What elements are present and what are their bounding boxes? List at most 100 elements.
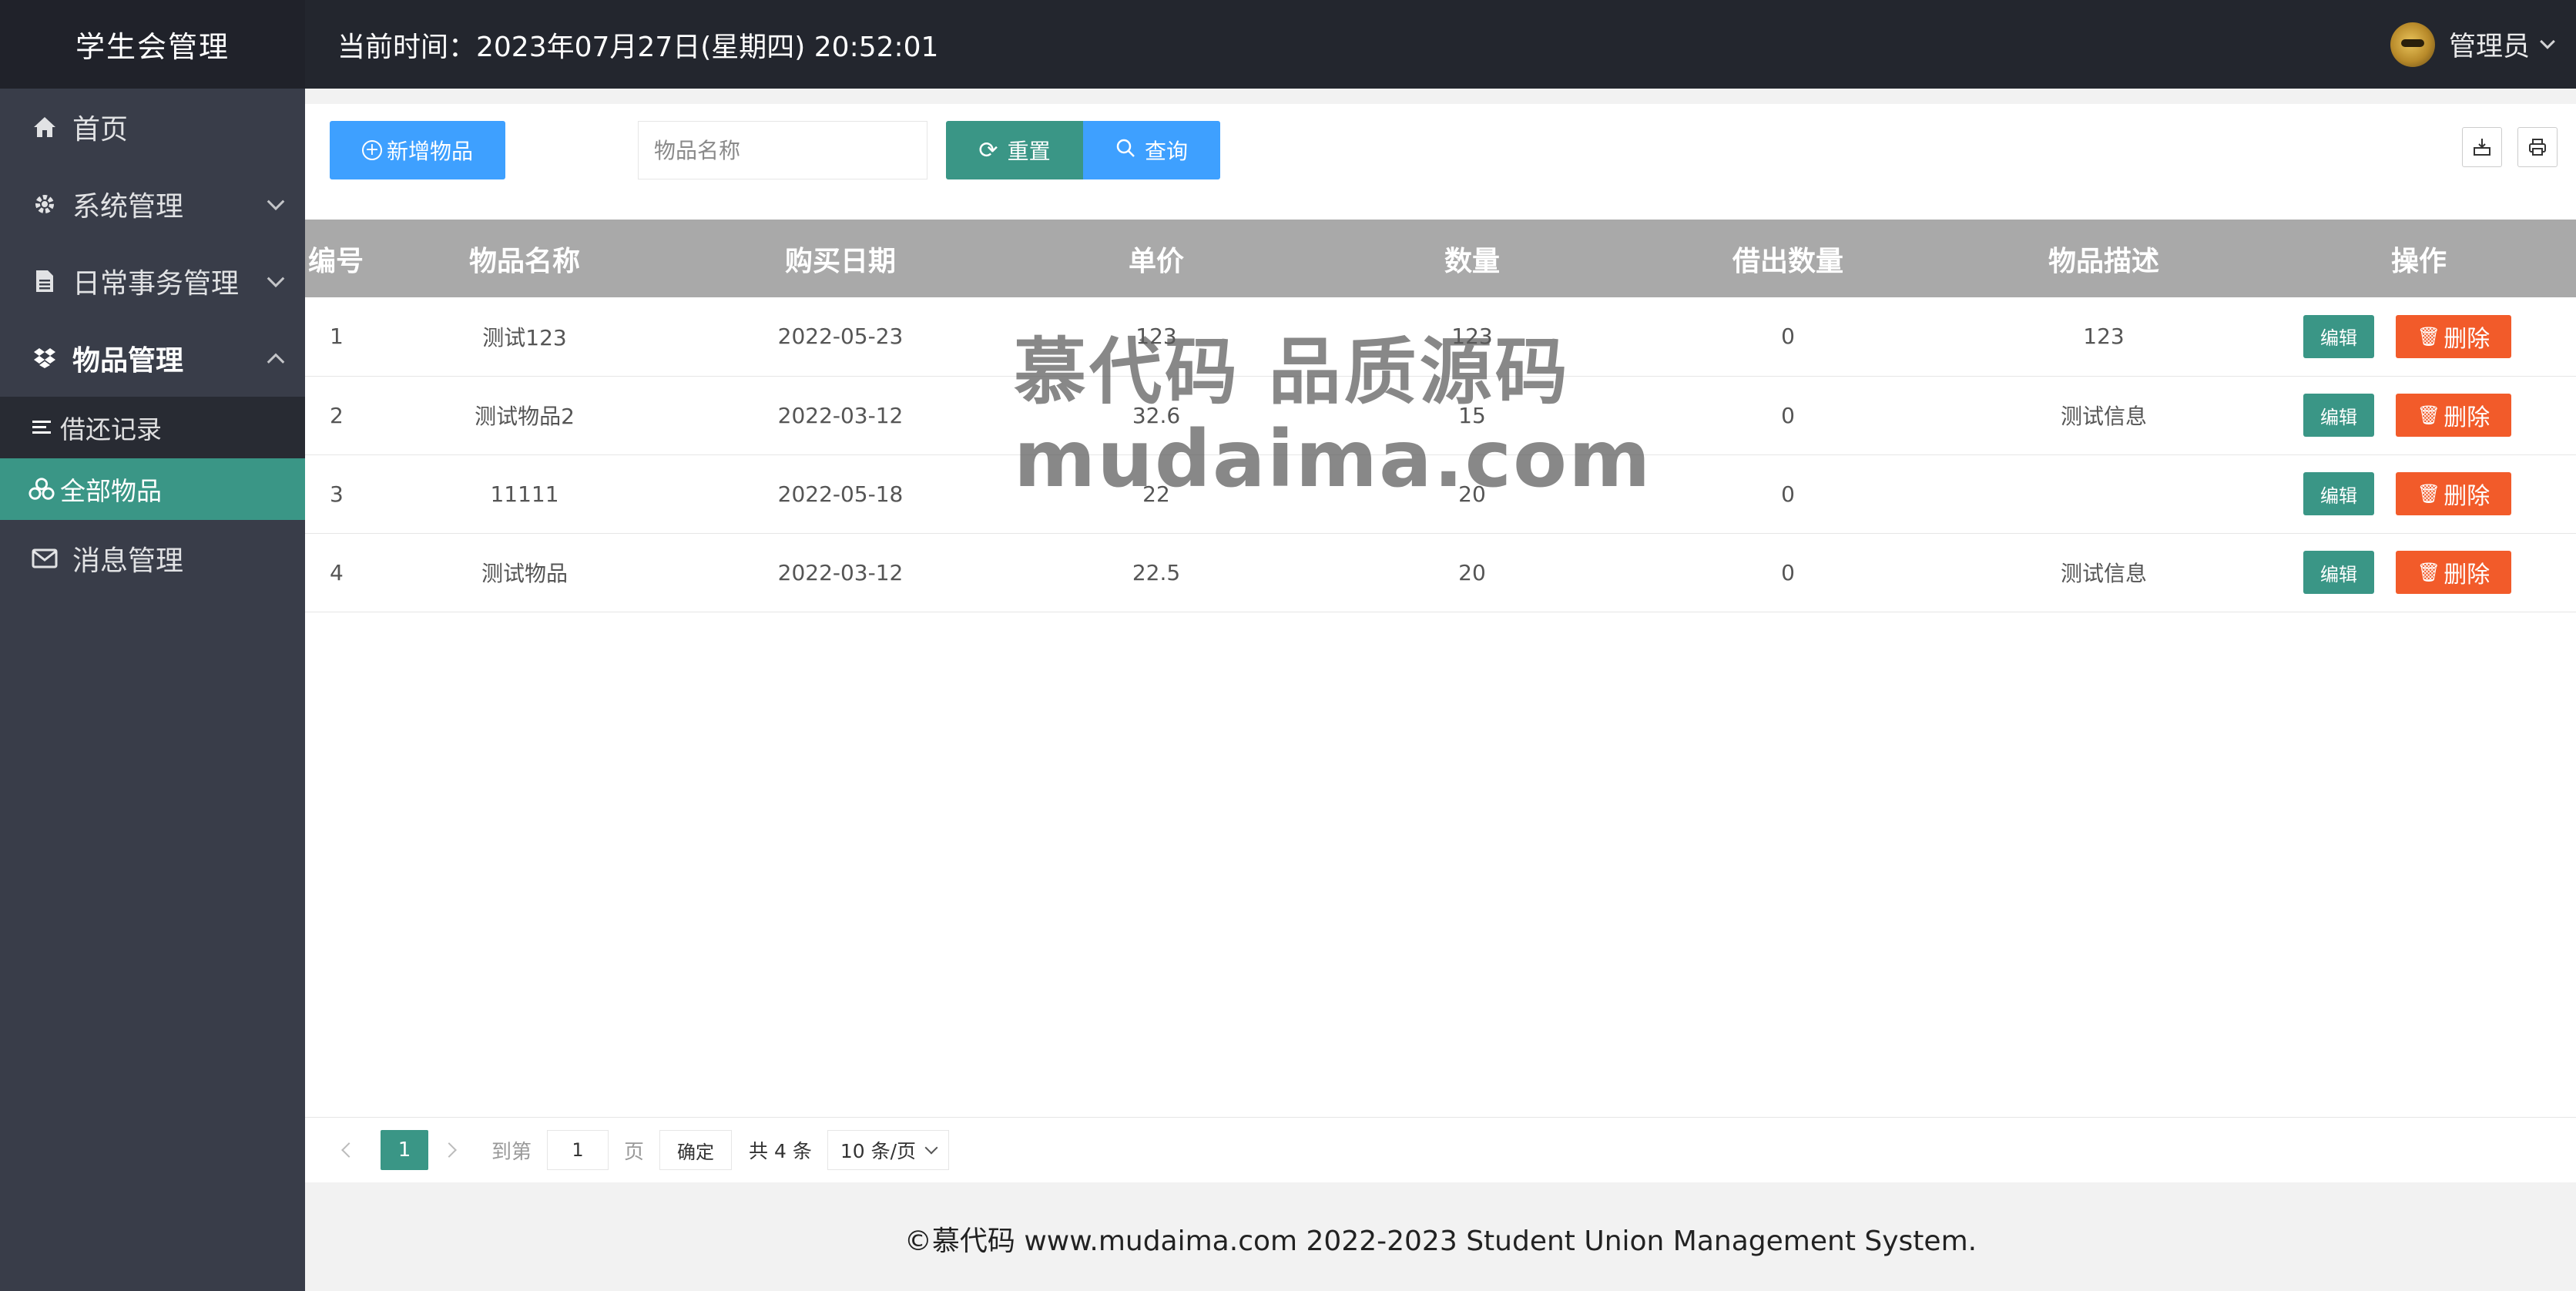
reset-button[interactable]: ⟳ 重置 — [946, 121, 1083, 179]
current-time: 当前时间：2023年07月27日(星期四) 20:52:01 — [337, 31, 939, 63]
cell-id: 1 — [305, 297, 367, 377]
cell-desc: 123 — [1946, 297, 2262, 377]
cell-qty: 20 — [1314, 533, 1630, 612]
column-header: 操作 — [2262, 220, 2576, 297]
sidebar-item-label: 消息管理 — [72, 545, 184, 577]
cell-actions: 编辑 🗑 删除 — [2262, 533, 2576, 612]
delete-button[interactable]: 🗑 删除 — [2396, 314, 2511, 358]
trash-icon: 🗑 — [2417, 483, 2441, 505]
chevron-down-icon — [924, 1141, 938, 1155]
column-header[interactable]: 物品描述 — [1946, 220, 2262, 297]
edit-button[interactable]: 编辑 — [2303, 472, 2374, 515]
cell-qty: 15 — [1314, 376, 1630, 455]
cell-price: 22 — [998, 454, 1314, 534]
column-header[interactable]: 借出数量 — [1630, 220, 1946, 297]
chevron-down-icon — [267, 270, 285, 288]
cell-price: 32.6 — [998, 376, 1314, 455]
table-row[interactable]: 2 测试物品2 2022-03-12 32.6 15 0 测试信息 编辑 🗑 删除 — [305, 376, 2576, 455]
cell-actions: 编辑 🗑 删除 — [2262, 454, 2576, 534]
goto-confirm-button[interactable]: 确定 — [659, 1130, 733, 1170]
cell-date: 2022-03-12 — [683, 376, 998, 455]
column-header[interactable]: 数量 — [1314, 220, 1630, 297]
delete-button[interactable]: 🗑 删除 — [2396, 394, 2511, 437]
pagination: 1 到第 页 确定 共 4 条 10 条/页 — [328, 1128, 950, 1172]
trash-icon: 🗑 — [2417, 562, 2441, 583]
chevron-down-icon — [2540, 33, 2555, 49]
gear-icon — [31, 190, 59, 218]
trash-icon: 🗑 — [2417, 404, 2441, 426]
cell-price: 123 — [998, 297, 1314, 377]
sidebar-item-home[interactable]: 首页 — [0, 89, 305, 166]
cell-lent: 0 — [1630, 454, 1946, 534]
cubes-icon — [28, 475, 55, 503]
cell-name: 测试物品 — [367, 533, 683, 612]
toolbar: + 新增物品 ⟳ 重置 查询 — [305, 104, 2576, 220]
sidebar-item-items[interactable]: 物品管理 — [0, 320, 305, 397]
sidebar-item-label: 日常事务管理 — [72, 268, 240, 300]
page-size-value: 10 条/页 — [840, 1140, 917, 1162]
sidebar-item-borrow-records[interactable]: 借还记录 — [0, 397, 305, 458]
item-name-search-input[interactable] — [638, 121, 927, 179]
delete-button[interactable]: 🗑 删除 — [2396, 472, 2511, 515]
cell-actions: 编辑 🗑 删除 — [2262, 297, 2576, 377]
edit-button[interactable]: 编辑 — [2303, 551, 2374, 594]
column-header[interactable]: 物品名称 — [367, 220, 683, 297]
sidebar-item-label: 全部物品 — [60, 476, 162, 506]
cell-desc: 测试信息 — [1946, 376, 2262, 455]
export-icon[interactable] — [2462, 127, 2502, 167]
envelope-icon — [31, 545, 59, 572]
cell-desc: 测试信息 — [1946, 533, 2262, 612]
dropbox-icon — [31, 344, 59, 372]
cell-desc — [1946, 454, 2262, 534]
top-header: 当前时间：2023年07月27日(星期四) 20:52:01 管理员 — [305, 0, 2576, 89]
sidebar-item-label: 首页 — [72, 114, 129, 146]
cell-qty: 20 — [1314, 454, 1630, 534]
search-icon — [1115, 137, 1135, 164]
column-header[interactable]: 编号 — [305, 220, 367, 297]
column-header[interactable]: 单价 — [998, 220, 1314, 297]
cell-date: 2022-05-23 — [683, 297, 998, 377]
print-icon[interactable] — [2517, 127, 2558, 167]
table-row[interactable]: 4 测试物品 2022-03-12 22.5 20 0 测试信息 编辑 🗑 删除 — [305, 533, 2576, 612]
delete-label: 删除 — [2444, 404, 2490, 431]
sidebar-item-all-items[interactable]: 全部物品 — [0, 458, 305, 520]
cell-name: 测试123 — [367, 297, 683, 377]
chevron-left-icon[interactable] — [341, 1142, 357, 1158]
delete-label: 删除 — [2444, 325, 2490, 353]
table-row[interactable]: 1 测试123 2022-05-23 123 123 0 123 编辑 🗑 删除 — [305, 297, 2576, 377]
table-row[interactable]: 3 11111 2022-05-18 22 20 0 编辑 🗑 删除 — [305, 454, 2576, 534]
refresh-icon: ⟳ — [978, 136, 998, 164]
divider — [305, 1117, 2576, 1118]
add-item-button[interactable]: + 新增物品 — [330, 121, 505, 179]
cell-lent: 0 — [1630, 533, 1946, 612]
trash-icon: 🗑 — [2417, 325, 2441, 347]
cell-qty: 123 — [1314, 297, 1630, 377]
edit-button[interactable]: 编辑 — [2303, 314, 2374, 358]
list-icon — [28, 414, 55, 441]
cell-name: 测试物品2 — [367, 376, 683, 455]
query-button[interactable]: 查询 — [1083, 121, 1220, 179]
cell-id: 2 — [305, 376, 367, 455]
add-item-label: 新增物品 — [386, 139, 473, 164]
sidebar-item-messages[interactable]: 消息管理 — [0, 520, 305, 597]
column-header[interactable]: 购买日期 — [683, 220, 998, 297]
page-size-select[interactable]: 10 条/页 — [827, 1130, 950, 1170]
main-panel: + 新增物品 ⟳ 重置 查询 编号 物品名称 购买日期 — [305, 104, 2576, 1182]
footer: ©慕代码 www.mudaima.com 2022-2023 Student U… — [904, 1226, 1977, 1257]
goto-page-input[interactable] — [547, 1130, 609, 1170]
query-label: 查询 — [1144, 139, 1188, 164]
delete-label: 删除 — [2444, 562, 2490, 588]
sidebar-item-system[interactable]: 系统管理 — [0, 166, 305, 243]
sidebar-item-label: 系统管理 — [72, 191, 184, 223]
cell-name: 11111 — [367, 454, 683, 534]
user-menu[interactable]: 管理员 — [2390, 0, 2555, 89]
avatar — [2390, 22, 2435, 67]
edit-button[interactable]: 编辑 — [2303, 394, 2374, 437]
delete-button[interactable]: 🗑 删除 — [2396, 551, 2511, 594]
chevron-right-icon[interactable] — [441, 1142, 457, 1158]
page-current[interactable]: 1 — [381, 1130, 428, 1170]
plus-circle-icon: + — [361, 140, 382, 160]
home-icon — [31, 113, 59, 141]
sidebar-item-daily-affairs[interactable]: 日常事务管理 — [0, 243, 305, 320]
sidebar-item-label: 物品管理 — [72, 345, 184, 377]
